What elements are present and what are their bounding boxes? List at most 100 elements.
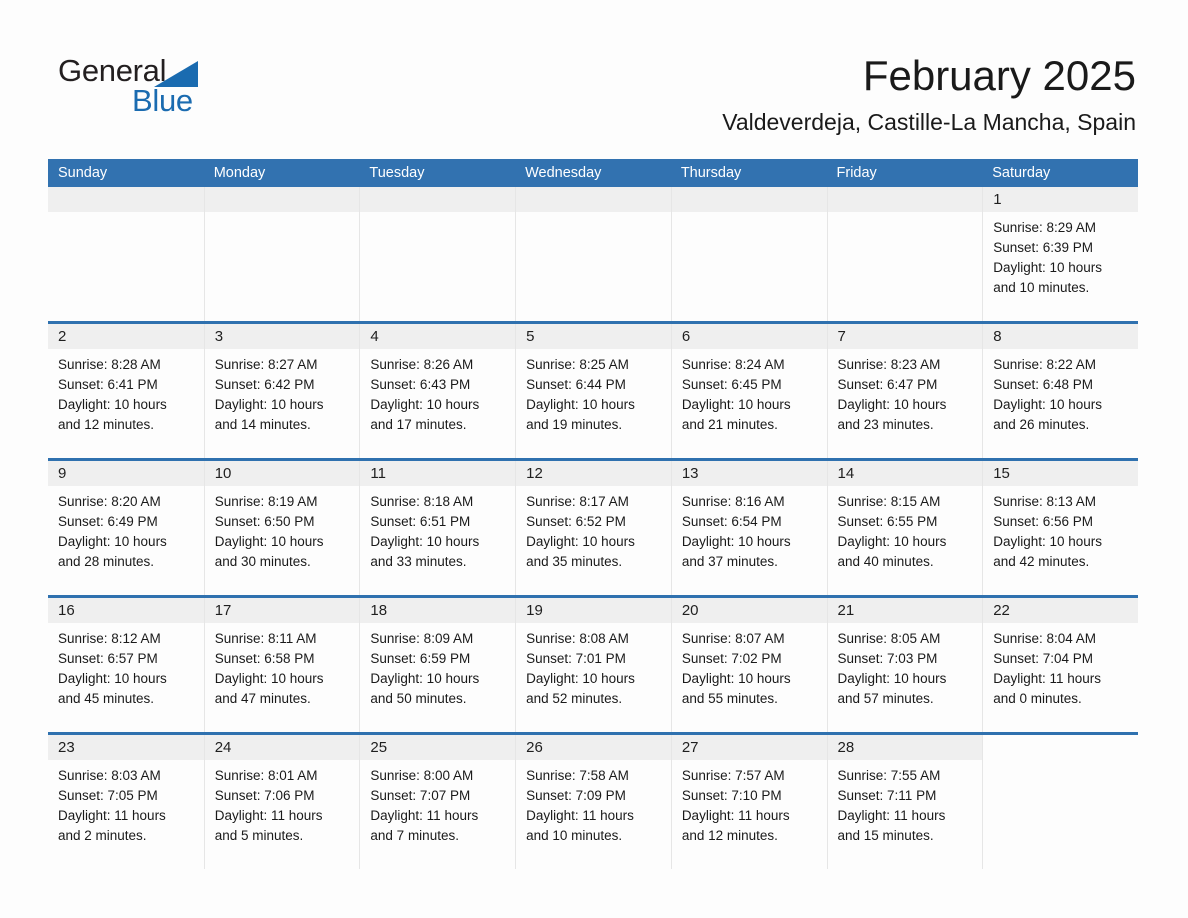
sunrise-text: Sunrise: 8:01 AM — [214, 768, 318, 783]
calendar-day-cell[interactable]: 17 Sunrise: 8:11 AM Sunset: 6:58 PM Dayligh… — [203, 598, 360, 732]
sunrise-text: Sunrise: 8:11 AM — [214, 631, 317, 646]
calendar-week-cells: 9 Sunrise: 8:20 AM Sunset: 6:49 PM Daylight… — [48, 461, 1138, 595]
day-details: Sunrise: 8:29 AM Sunset: 6:39 PM Daylight:… — [983, 212, 1138, 321]
sunrise-text: Sunrise: 8:20 AM — [58, 494, 161, 509]
calendar-day-cell[interactable]: 21 Sunrise: 8:05 AM Sunset: 7:03 PM Dayligh… — [826, 598, 983, 732]
calendar-day-cell[interactable]: 23 Sunrise: 8:03 AM Sunset: 7:05 PM Dayligh… — [48, 735, 204, 869]
sunrise-text: Sunrise: 8:04 AM — [993, 631, 1097, 646]
day-number: 6 — [671, 324, 827, 349]
weekday-header-friday: Friday — [826, 159, 983, 187]
calendar-day-cell[interactable]: 14 Sunrise: 8:15 AM Sunset: 6:55 PM Dayligh… — [826, 461, 983, 595]
calendar-day-cell[interactable]: 9 Sunrise: 8:20 AM Sunset: 6:49 PM Daylight… — [48, 461, 204, 595]
sunrise-text: Sunrise: 8:00 AM — [370, 768, 474, 783]
sunrise-text: Sunrise: 8:15 AM — [837, 494, 941, 509]
sunset-text: Sunset: 6:55 PM — [837, 514, 938, 529]
day-number: 14 — [827, 461, 983, 486]
calendar-day-cell[interactable]: 19 Sunrise: 8:08 AM Sunset: 7:01 PM Dayligh… — [515, 598, 671, 732]
sunrise-text: Sunrise: 8:03 AM — [58, 768, 161, 783]
day-number — [827, 187, 983, 212]
day-number: 28 — [827, 735, 983, 760]
calendar-day-cell[interactable]: 11 Sunrise: 8:18 AM Sunset: 6:51 PM Dayligh… — [359, 461, 516, 595]
daylight-text-line1: Daylight: 10 hours — [837, 534, 947, 549]
calendar-day-cell[interactable]: 28 Sunrise: 7:55 AM Sunset: 7:11 PM Dayligh… — [826, 735, 983, 869]
calendar-day-cell[interactable]: 4 Sunrise: 8:26 AM Sunset: 6:43 PM Daylight… — [359, 324, 516, 458]
daylight-text-line1: Daylight: 11 hours — [993, 671, 1102, 686]
sunrise-text: Sunrise: 8:28 AM — [58, 357, 161, 372]
sunrise-text: Sunrise: 7:58 AM — [526, 768, 629, 783]
calendar-day-cell[interactable]: 26 Sunrise: 7:58 AM Sunset: 7:09 PM Dayligh… — [515, 735, 671, 869]
day-number: 21 — [827, 598, 983, 623]
calendar-day-cell[interactable]: 2 Sunrise: 8:28 AM Sunset: 6:41 PM Daylight… — [48, 324, 204, 458]
day-number: 15 — [983, 461, 1138, 486]
day-number: 4 — [360, 324, 516, 349]
sunrise-text: Sunrise: 7:55 AM — [837, 768, 941, 783]
day-details: Sunrise: 7:55 AM Sunset: 7:11 PM Daylight:… — [828, 760, 983, 869]
calendar-day-cell[interactable]: 10 Sunrise: 8:19 AM Sunset: 6:50 PM Dayligh… — [203, 461, 360, 595]
sunrise-text: Sunrise: 8:29 AM — [993, 220, 1097, 235]
daylight-text-line2: and 35 minutes. — [526, 554, 623, 569]
calendar-week-cells: 1 Sunrise: 8:29 AM Sunset: 6:39 PM Daylight… — [48, 187, 1138, 321]
day-details: Sunrise: 8:17 AM Sunset: 6:52 PM Daylight:… — [516, 486, 671, 595]
day-number: 18 — [360, 598, 516, 623]
calendar-day-cell[interactable]: 24 Sunrise: 8:01 AM Sunset: 7:06 PM Dayligh… — [203, 735, 360, 869]
day-details: Sunrise: 8:28 AM Sunset: 6:41 PM Daylight:… — [48, 349, 204, 458]
calendar-page: General Blue February 2025 Valdeverdeja,… — [0, 0, 1188, 918]
day-number — [516, 187, 671, 212]
calendar-week-cells: 16 Sunrise: 8:12 AM Sunset: 6:57 PM Dayligh… — [48, 598, 1138, 732]
day-details: Sunrise: 8:09 AM Sunset: 6:59 PM Daylight:… — [360, 623, 515, 732]
weekday-header-tuesday: Tuesday — [359, 159, 516, 187]
calendar-day-cell[interactable]: 3 Sunrise: 8:27 AM Sunset: 6:42 PM Daylight… — [203, 324, 360, 458]
location-subtitle: Valdeverdeja, Castille-La Mancha, Spain — [722, 109, 1136, 135]
daylight-text-line1: Daylight: 10 hours — [58, 534, 167, 549]
day-details — [360, 212, 515, 321]
sunset-text: Sunset: 7:04 PM — [993, 651, 1094, 666]
sunset-text: Sunset: 6:52 PM — [526, 514, 626, 529]
calendar-day-cell[interactable]: 12 Sunrise: 8:17 AM Sunset: 6:52 PM Dayligh… — [515, 461, 671, 595]
calendar-day-cell[interactable]: 18 Sunrise: 8:09 AM Sunset: 6:59 PM Dayligh… — [359, 598, 516, 732]
sunrise-text: Sunrise: 8:22 AM — [993, 357, 1097, 372]
weekday-header-row: Sunday Monday Tuesday Wednesday Thursday… — [48, 159, 1138, 187]
calendar-week-cells: 2 Sunrise: 8:28 AM Sunset: 6:41 PM Daylight… — [48, 324, 1138, 458]
calendar-week-row: 9 Sunrise: 8:20 AM Sunset: 6:49 PM Daylight… — [48, 458, 1138, 595]
calendar-day-cell[interactable]: 27 Sunrise: 7:57 AM Sunset: 7:10 PM Dayligh… — [670, 735, 827, 869]
sunrise-text: Sunrise: 8:09 AM — [370, 631, 474, 646]
day-details: Sunrise: 8:16 AM Sunset: 6:54 PM Daylight:… — [672, 486, 827, 595]
calendar-day-cell[interactable]: 13 Sunrise: 8:16 AM Sunset: 6:54 PM Dayligh… — [670, 461, 827, 595]
daylight-text-line1: Daylight: 10 hours — [526, 671, 635, 686]
sunrise-text: Sunrise: 8:07 AM — [681, 631, 785, 646]
day-details: Sunrise: 8:15 AM Sunset: 6:55 PM Daylight:… — [828, 486, 983, 595]
day-number: 11 — [360, 461, 516, 486]
sunset-text: Sunset: 7:07 PM — [370, 788, 471, 803]
page-title: February 2025 — [862, 52, 1136, 99]
calendar-week-cells: 23 Sunrise: 8:03 AM Sunset: 7:05 PM Dayligh… — [48, 735, 1138, 869]
daylight-text-line2: and 0 minutes. — [993, 691, 1082, 706]
daylight-text-line1: Daylight: 10 hours — [58, 397, 167, 412]
calendar-day-cell[interactable]: 7 Sunrise: 8:23 AM Sunset: 6:47 PM Daylight… — [826, 324, 983, 458]
daylight-text-line1: Daylight: 10 hours — [370, 671, 480, 686]
general-blue-logo[interactable]: General Blue — [58, 55, 258, 125]
calendar-day-cell[interactable]: 25 Sunrise: 8:00 AM Sunset: 7:07 PM Dayligh… — [359, 735, 516, 869]
daylight-text-line1: Daylight: 10 hours — [214, 671, 324, 686]
sunset-text: Sunset: 6:57 PM — [58, 651, 158, 666]
calendar-day-cell[interactable]: 22 Sunrise: 8:04 AM Sunset: 7:04 PM Dayligh… — [982, 598, 1138, 732]
calendar-day-cell[interactable]: 6 Sunrise: 8:24 AM Sunset: 6:45 PM Daylight… — [670, 324, 827, 458]
calendar-day-cell[interactable]: 1 Sunrise: 8:29 AM Sunset: 6:39 PM Daylight… — [982, 187, 1138, 321]
calendar-day-cell[interactable]: 15 Sunrise: 8:13 AM Sunset: 6:56 PM Dayligh… — [982, 461, 1138, 595]
sunset-text: Sunset: 6:59 PM — [370, 651, 471, 666]
day-number: 22 — [983, 598, 1138, 623]
day-number — [360, 187, 516, 212]
daylight-text-line1: Daylight: 11 hours — [214, 808, 323, 823]
calendar-day-cell[interactable]: 20 Sunrise: 8:07 AM Sunset: 7:02 PM Dayligh… — [670, 598, 827, 732]
sunset-text: Sunset: 6:49 PM — [58, 514, 158, 529]
daylight-text-line1: Daylight: 10 hours — [370, 397, 480, 412]
sunset-text: Sunset: 7:10 PM — [681, 788, 782, 803]
sunrise-text: Sunrise: 8:19 AM — [214, 494, 318, 509]
daylight-text-line2: and 37 minutes. — [681, 554, 778, 569]
calendar-day-cell[interactable]: 16 Sunrise: 8:12 AM Sunset: 6:57 PM Dayligh… — [48, 598, 204, 732]
calendar-day-cell[interactable]: 5 Sunrise: 8:25 AM Sunset: 6:44 PM Daylight… — [515, 324, 671, 458]
daylight-text-line1: Daylight: 10 hours — [993, 397, 1103, 412]
sunset-text: Sunset: 6:48 PM — [993, 377, 1094, 392]
daylight-text-line1: Daylight: 10 hours — [214, 397, 324, 412]
day-number — [983, 735, 1138, 760]
calendar-day-cell[interactable]: 8 Sunrise: 8:22 AM Sunset: 6:48 PM Daylight… — [982, 324, 1138, 458]
